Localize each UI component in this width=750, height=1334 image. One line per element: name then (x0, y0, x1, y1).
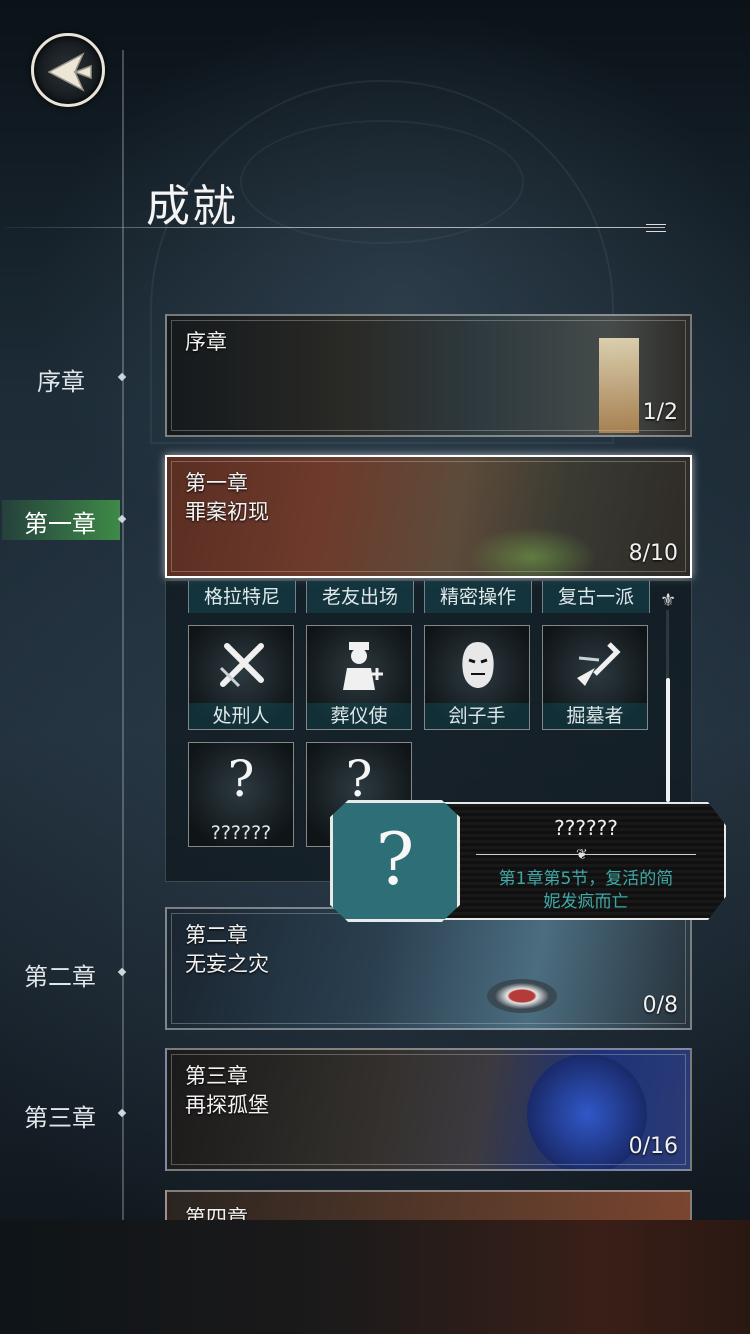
achievement-locked[interactable]: ? ?????? (188, 742, 294, 847)
timeline-item-chapter3[interactable]: 第三章 (24, 1098, 96, 1133)
achievement-gravedigger[interactable]: 掘墓者 (542, 625, 648, 730)
chapter-title: 第二章 (185, 923, 248, 947)
chapter-timeline (122, 50, 124, 1220)
achievement-label[interactable]: 老友出场 (306, 581, 414, 613)
chapter-progress: 0/16 (628, 1134, 678, 1159)
page-title: 成就 (146, 181, 238, 232)
tooltip-title: ?????? (554, 816, 618, 840)
back-arrow-icon (47, 52, 92, 92)
timeline-marker (117, 372, 127, 382)
achievement-executioner[interactable]: 处刑人 (188, 625, 294, 730)
achievement-label[interactable]: 复古一派 (542, 581, 650, 613)
timeline-marker (117, 1108, 127, 1118)
timeline-item-chapter1[interactable]: 第一章 (24, 504, 96, 539)
chapter-card-prologue[interactable]: 序章 1/2 (165, 314, 692, 437)
achievement-label[interactable]: 格拉特尼 (188, 581, 296, 613)
title-divider (5, 227, 665, 228)
achievement-label: 葬仪使 (307, 703, 411, 729)
achievement-label: 掘墓者 (543, 703, 647, 729)
achievement-tooltip: ? ?????? ❦ 第1章第5节，复活的简 妮发疯而亡 (326, 796, 734, 926)
tooltip-desc-line: 第1章第5节，复活的简 (498, 869, 674, 889)
crossed-blades-icon (219, 643, 264, 688)
title-ornament (646, 224, 666, 232)
tooltip-desc-line: 妮发疯而亡 (543, 892, 629, 912)
undertaker-figure-icon (343, 642, 383, 690)
chapter-subtitle: 无妄之灾 (185, 952, 269, 976)
shovel-icon (577, 642, 621, 686)
back-button[interactable] (31, 33, 105, 107)
chapter-title: 第一章 (185, 471, 248, 495)
question-mark-icon: ? (375, 817, 415, 901)
background-floor (0, 1220, 750, 1334)
chapter-progress: 1/2 (642, 400, 678, 425)
question-mark-icon: ? (227, 750, 255, 808)
achievement-label: 刽子手 (425, 703, 529, 729)
achievement-label: ?????? (210, 822, 272, 844)
ornament-icon: ❦ (576, 847, 588, 863)
chapter-subtitle: 罪案初现 (185, 500, 269, 524)
tooltip-description: 第1章第5节，复活的简 妮发疯而亡 (476, 868, 696, 914)
chapter-title: 序章 (185, 330, 227, 354)
timeline-item-chapter2[interactable]: 第二章 (24, 957, 96, 992)
masked-executioner-icon (462, 642, 494, 688)
chapter-title: 第四章 (185, 1206, 248, 1220)
chapter-progress: 8/10 (628, 541, 678, 566)
chapter-card-chapter3[interactable]: 第三章 再探孤堡 0/16 (165, 1048, 692, 1171)
chapter-title: 第三章 (185, 1064, 248, 1088)
achievement-headsman[interactable]: 刽子手 (424, 625, 530, 730)
scrollbar-thumb[interactable] (666, 678, 670, 802)
chapter-card-chapter4[interactable]: 第四章 (165, 1190, 692, 1220)
chapter-progress: 0/8 (642, 993, 678, 1018)
timeline-item-prologue[interactable]: 序章 (37, 362, 85, 397)
card-inner-border (171, 320, 686, 431)
background-window (240, 120, 524, 244)
chapter-subtitle: 再探孤堡 (185, 1093, 269, 1117)
achievement-label[interactable]: 精密操作 (424, 581, 532, 613)
chapter-title-block: 第三章 再探孤堡 (185, 1062, 269, 1120)
achievement-label: 处刑人 (189, 703, 293, 729)
chapter-card-chapter1[interactable]: 第一章 罪案初现 8/10 (165, 455, 692, 578)
chapter-title-block: 第一章 罪案初现 (185, 469, 269, 527)
chapter-title-block: 第二章 无妄之灾 (185, 921, 269, 979)
achievement-undertaker[interactable]: 葬仪使 (306, 625, 412, 730)
timeline-marker (117, 967, 127, 977)
fleur-de-lis-icon: ⚜ (660, 590, 677, 611)
